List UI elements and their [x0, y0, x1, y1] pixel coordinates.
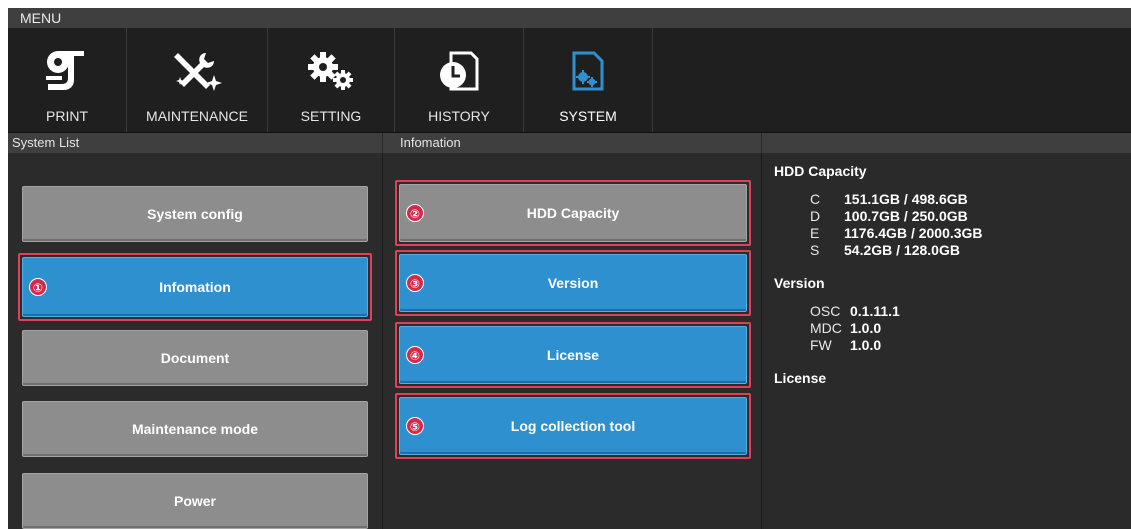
- menu-bar: MENU: [8, 8, 1131, 28]
- marker-2: ②: [406, 204, 424, 222]
- hdd-capacity-label: HDD Capacity: [526, 205, 620, 221]
- log-collection-tool-label: Log collection tool: [510, 418, 636, 434]
- information-label: Infomation: [159, 279, 231, 295]
- content-panels: System List Infomation System config ① I…: [8, 133, 1131, 529]
- version-value: 1.0.0: [850, 337, 882, 353]
- system-list-panel: System config ① Infomation Document Main…: [8, 153, 383, 529]
- information-header: Infomation: [383, 133, 761, 153]
- toolbar-print-button[interactable]: PRINT: [8, 28, 127, 132]
- hdd-usage-value: 54.2GB / 128.0GB: [844, 242, 960, 258]
- system-icon: [524, 42, 652, 100]
- toolbar-setting-button[interactable]: SETTING: [268, 28, 395, 132]
- menu-title: MENU: [20, 10, 62, 26]
- document-label: Document: [160, 350, 230, 366]
- hdd-row-d: D 100.7GB / 250.0GB: [774, 208, 983, 225]
- hdd-usage-value: 100.7GB / 250.0GB: [844, 208, 968, 224]
- details-header: [762, 133, 1131, 153]
- marker-1: ①: [29, 278, 47, 296]
- hdd-row-s: S 54.2GB / 128.0GB: [774, 242, 983, 259]
- version-key: MDC: [810, 320, 842, 336]
- system-config-label: System config: [147, 206, 243, 222]
- toolbar-system-label: SYSTEM: [559, 108, 617, 124]
- license-button[interactable]: ④ License: [399, 326, 747, 384]
- hdd-drive-letter: S: [810, 242, 820, 258]
- toolbar-setting-label: SETTING: [300, 108, 362, 124]
- license-title: License: [774, 370, 827, 386]
- hdd-usage-value: 151.1GB / 498.6GB: [844, 191, 968, 207]
- version-value: 1.0.0: [850, 320, 882, 336]
- hdd-row-e: E 1176.4GB / 2000.3GB: [774, 225, 983, 242]
- hdd-capacity-section: HDD Capacity C 151.1GB / 498.6GB D 100.7…: [774, 163, 983, 259]
- maintenance-mode-button[interactable]: Maintenance mode: [22, 401, 368, 457]
- hdd-capacity-button[interactable]: ② HDD Capacity: [399, 184, 747, 242]
- app-window: MENU PRINT MAINTENANCE SETTING HISTORY S…: [8, 8, 1131, 529]
- gears-icon: [268, 42, 394, 100]
- version-key: FW: [810, 337, 832, 353]
- maintenance-mode-label: Maintenance mode: [131, 421, 259, 437]
- hdd-drive-letter: C: [810, 191, 821, 207]
- hdd-drive-letter: D: [810, 208, 821, 224]
- system-list-header: System List: [8, 133, 382, 153]
- toolbar: PRINT MAINTENANCE SETTING HISTORY SYSTEM: [8, 28, 1131, 133]
- power-button[interactable]: Power: [22, 473, 368, 529]
- document-button[interactable]: Document: [22, 330, 368, 386]
- information-panel: ② HDD Capacity ③ Version ④ License ⑤ Log…: [383, 153, 762, 529]
- hdd-usage-value: 1176.4GB / 2000.3GB: [844, 225, 983, 241]
- version-section: Version OSC 0.1.11.1 MDC 1.0.0 FW 1.0.0: [774, 275, 983, 354]
- version-row-mdc: MDC 1.0.0: [774, 320, 983, 337]
- version-row-osc: OSC 0.1.11.1: [774, 303, 983, 320]
- toolbar-history-label: HISTORY: [428, 108, 490, 124]
- toolbar-print-label: PRINT: [46, 108, 88, 124]
- version-row-fw: FW 1.0.0: [774, 337, 983, 354]
- toolbar-maintenance-label: MAINTENANCE: [146, 108, 248, 124]
- power-label: Power: [173, 493, 216, 509]
- hdd-drive-letter: E: [810, 225, 820, 241]
- tools-icon: [127, 42, 267, 100]
- toolbar-history-button[interactable]: HISTORY: [395, 28, 524, 132]
- version-button[interactable]: ③ Version: [399, 254, 747, 312]
- log-collection-tool-button[interactable]: ⑤ Log collection tool: [399, 397, 747, 455]
- toolbar-system-button[interactable]: SYSTEM: [524, 28, 653, 132]
- system-list-title: System List: [12, 135, 80, 150]
- print-icon: [8, 42, 126, 100]
- information-button[interactable]: ① Infomation: [22, 257, 368, 317]
- version-value: 0.1.11.1: [850, 303, 900, 319]
- details-panel: HDD Capacity C 151.1GB / 498.6GB D 100.7…: [762, 153, 1131, 529]
- marker-3: ③: [406, 274, 424, 292]
- marker-5: ⑤: [406, 417, 424, 435]
- license-label: License: [546, 347, 600, 363]
- details-content: HDD Capacity C 151.1GB / 498.6GB D 100.7…: [774, 163, 983, 402]
- version-key: OSC: [810, 303, 841, 319]
- hdd-row-c: C 151.1GB / 498.6GB: [774, 191, 983, 208]
- toolbar-maintenance-button[interactable]: MAINTENANCE: [127, 28, 268, 132]
- system-config-button[interactable]: System config: [22, 186, 368, 242]
- information-title: Infomation: [400, 135, 461, 150]
- hdd-capacity-title: HDD Capacity: [774, 163, 867, 179]
- version-title: Version: [774, 275, 825, 291]
- history-icon: [395, 42, 523, 100]
- license-section: License: [774, 370, 983, 386]
- marker-4: ④: [406, 346, 424, 364]
- version-label: Version: [547, 275, 599, 291]
